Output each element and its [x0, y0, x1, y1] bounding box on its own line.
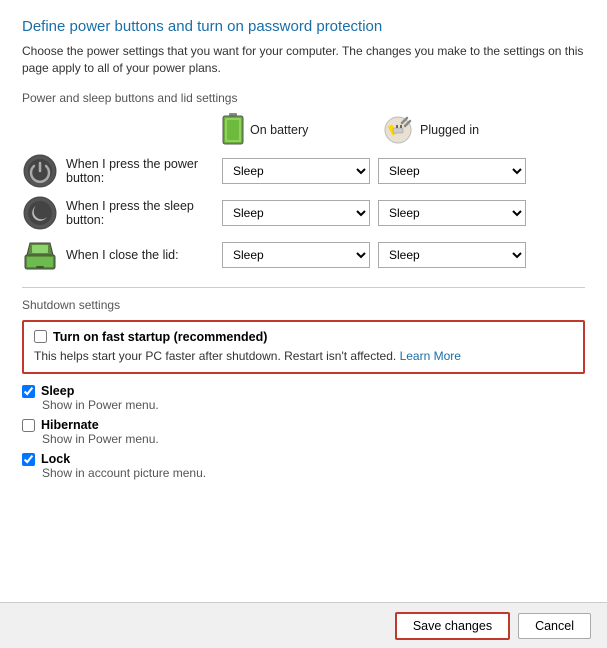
lock-item-row: Lock: [22, 452, 585, 466]
sleep-checkbox[interactable]: [22, 385, 35, 398]
sleep-button-icon: [22, 195, 58, 231]
power-plugged-dropdown[interactable]: Do nothing Sleep Hibernate Shut down: [378, 158, 526, 184]
lock-item-label[interactable]: Lock: [41, 452, 70, 466]
hibernate-item: Hibernate Show in Power menu.: [22, 418, 585, 446]
sleep-battery-dropdown[interactable]: Do nothing Sleep Hibernate Shut down: [222, 200, 370, 226]
plugged-in-header: Plugged in: [382, 115, 542, 145]
save-button[interactable]: Save changes: [395, 612, 510, 640]
on-battery-label: On battery: [250, 123, 308, 137]
lid-battery-dropdown[interactable]: Do nothing Sleep Hibernate Shut down: [222, 242, 370, 268]
bottom-bar: Save changes Cancel: [0, 602, 607, 648]
fast-startup-box: Turn on fast startup (recommended) This …: [22, 320, 585, 375]
lock-checkbox[interactable]: [22, 453, 35, 466]
power-battery-dropdown-wrap: Do nothing Sleep Hibernate Shut down: [222, 158, 370, 184]
learn-more-link[interactable]: Learn More: [400, 349, 461, 363]
sleep-item-row: Sleep: [22, 384, 585, 398]
fast-startup-label[interactable]: Turn on fast startup (recommended): [53, 330, 267, 344]
sleep-plugged-dropdown[interactable]: Do nothing Sleep Hibernate Shut down: [378, 200, 526, 226]
lid-plugged-dropdown[interactable]: Do nothing Sleep Hibernate Shut down: [378, 242, 526, 268]
column-headers: On battery Plugged in: [222, 113, 585, 147]
sleep-item-label[interactable]: Sleep: [41, 384, 74, 398]
lid-label: When I close the lid:: [66, 248, 222, 262]
page-description: Choose the power settings that you want …: [22, 43, 585, 77]
hibernate-item-label[interactable]: Hibernate: [41, 418, 99, 432]
power-plugged-dropdown-wrap: Do nothing Sleep Hibernate Shut down: [378, 158, 526, 184]
sleep-button-label: When I press the sleep button:: [66, 199, 222, 227]
on-battery-header: On battery: [222, 113, 382, 147]
lid-plugged-dropdown-wrap: Do nothing Sleep Hibernate Shut down: [378, 242, 526, 268]
page-title: Define power buttons and turn on passwor…: [22, 18, 585, 35]
battery-icon: [222, 113, 244, 147]
lock-item: Lock Show in account picture menu.: [22, 452, 585, 480]
settings-page: Define power buttons and turn on passwor…: [0, 0, 607, 648]
sleep-plugged-dropdown-wrap: Do nothing Sleep Hibernate Shut down: [378, 200, 526, 226]
hibernate-item-row: Hibernate: [22, 418, 585, 432]
lock-item-desc: Show in account picture menu.: [42, 466, 585, 480]
lid-row: When I close the lid: Do nothing Sleep H…: [22, 237, 585, 273]
hibernate-checkbox[interactable]: [22, 419, 35, 432]
lid-battery-dropdown-wrap: Do nothing Sleep Hibernate Shut down: [222, 242, 370, 268]
power-battery-dropdown[interactable]: Do nothing Sleep Hibernate Shut down: [222, 158, 370, 184]
power-sleep-section-label: Power and sleep buttons and lid settings: [22, 91, 585, 105]
hibernate-item-desc: Show in Power menu.: [42, 432, 585, 446]
fast-startup-checkbox[interactable]: [34, 330, 47, 343]
power-button-label: When I press the power button:: [66, 157, 222, 185]
sleep-battery-dropdown-wrap: Do nothing Sleep Hibernate Shut down: [222, 200, 370, 226]
shutdown-section: Shutdown settings Turn on fast startup (…: [22, 298, 585, 481]
section-divider: [22, 287, 585, 288]
shutdown-section-label: Shutdown settings: [22, 298, 585, 312]
power-button-row: When I press the power button: Do nothin…: [22, 153, 585, 189]
power-button-icon: [22, 153, 58, 189]
fast-startup-description: This helps start your PC faster after sh…: [34, 348, 573, 365]
plugged-in-label: Plugged in: [420, 123, 479, 137]
lid-icon: [22, 237, 58, 273]
sleep-button-row: When I press the sleep button: Do nothin…: [22, 195, 585, 231]
cancel-button[interactable]: Cancel: [518, 613, 591, 639]
fast-startup-row: Turn on fast startup (recommended): [34, 330, 573, 344]
power-sleep-section: Power and sleep buttons and lid settings…: [22, 91, 585, 273]
plug-icon: [382, 115, 414, 145]
sleep-item: Sleep Show in Power menu.: [22, 384, 585, 412]
sleep-item-desc: Show in Power menu.: [42, 398, 585, 412]
